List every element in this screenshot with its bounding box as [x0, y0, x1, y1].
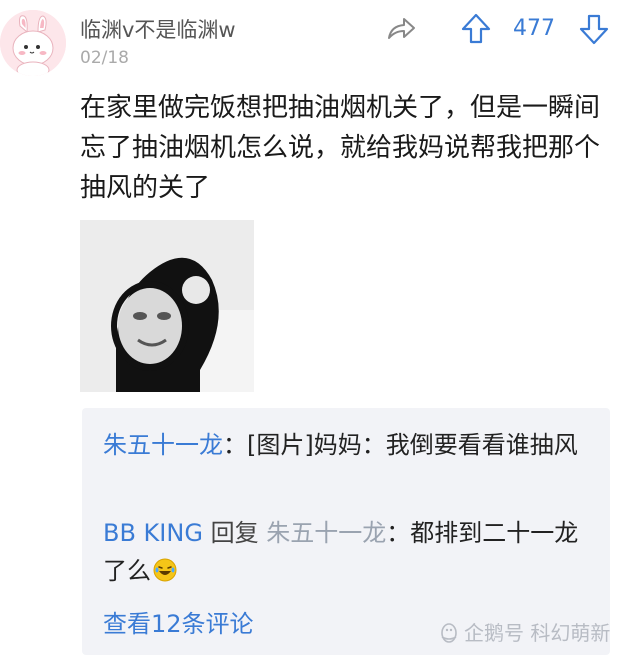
comment-separator: ：	[223, 431, 247, 459]
comment-item: BB KING 回复 朱五十一龙：都排到二十一龙了么	[103, 514, 593, 590]
view-more-comments-link[interactable]: 查看12条评论	[103, 604, 254, 639]
username[interactable]: 临渊v不是临渊w	[80, 14, 236, 44]
post-text: 在家里做完饭想把抽油烟机关了，但是一瞬间忘了抽油烟机怎么说，就给我妈说帮我把那个…	[80, 93, 601, 203]
comment-author[interactable]: BB KING	[103, 519, 203, 547]
comment-author[interactable]: 朱五十一龙	[103, 431, 223, 459]
upvote-arrow-icon[interactable]	[460, 12, 492, 46]
comment-separator: ：	[386, 519, 411, 547]
reply-target[interactable]: 朱五十一龙	[266, 519, 386, 547]
reply-label: 回复	[202, 519, 267, 547]
penguin-logo-icon	[438, 621, 460, 643]
bunny-avatar-icon	[0, 10, 66, 76]
watermark-text: 企鹅号 科幻萌新	[464, 621, 611, 645]
share-icon[interactable]	[385, 12, 417, 44]
laughing-emoji-icon	[153, 555, 177, 582]
meme-image[interactable]	[80, 220, 254, 392]
avatar[interactable]	[0, 10, 66, 76]
watermark: 企鹅号 科幻萌新	[438, 617, 610, 646]
vote-count: 477	[513, 16, 555, 41]
comment-item: 朱五十一龙：[图片]妈妈：我倒要看看谁抽风	[103, 426, 593, 464]
comment-text: [图片]妈妈：我倒要看看谁抽风	[247, 431, 578, 459]
downvote-arrow-icon[interactable]	[578, 12, 610, 46]
post-date: 02/18	[80, 48, 129, 68]
